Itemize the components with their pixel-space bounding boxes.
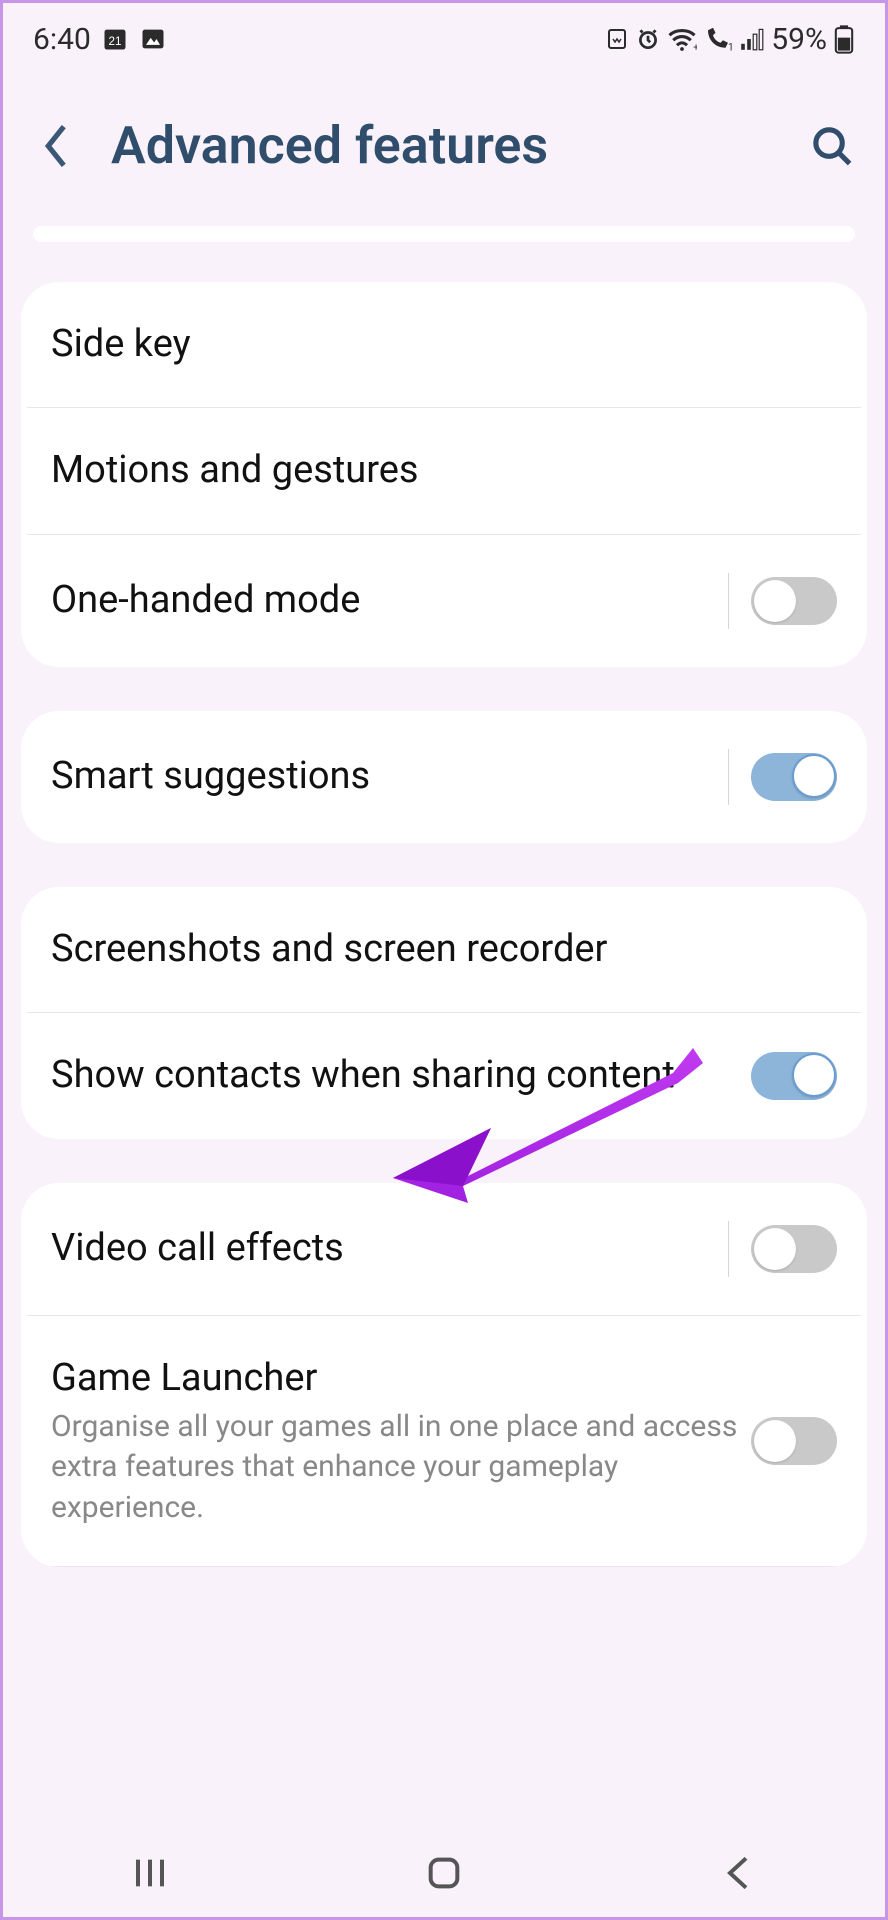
row-side-key[interactable]: Side key [21, 282, 867, 407]
home-button[interactable] [414, 1843, 474, 1903]
recents-button[interactable] [120, 1843, 180, 1903]
battery-percent: 59% [771, 22, 827, 57]
toggle-smart-suggestions[interactable] [751, 753, 837, 801]
alarm-icon [635, 26, 661, 52]
row-screenshots-recorder[interactable]: Screenshots and screen recorder [21, 887, 867, 1012]
row-one-handed-mode[interactable]: One-handed mode [27, 534, 861, 667]
separator [728, 749, 729, 805]
volte-icon: 1 [703, 26, 733, 52]
header: Advanced features [3, 75, 885, 226]
battery-icon [833, 24, 855, 54]
card-sharing: Screenshots and screen recorder Show con… [21, 887, 867, 1139]
row-title: Screenshots and screen recorder [51, 925, 837, 974]
page-title: Advanced features [111, 115, 807, 176]
scroll-indicator [33, 226, 855, 242]
status-left: 6:40 21 [33, 22, 167, 57]
row-video-call-effects[interactable]: Video call effects [21, 1183, 867, 1315]
card-smart-suggestions: Smart suggestions [21, 711, 867, 843]
signal-icon [739, 27, 765, 51]
row-title: Smart suggestions [51, 752, 714, 801]
row-smart-suggestions[interactable]: Smart suggestions [21, 711, 867, 843]
svg-text:21: 21 [108, 35, 121, 48]
row-game-launcher[interactable]: Game Launcher Organise all your games al… [27, 1315, 861, 1568]
status-time: 6:40 [33, 22, 91, 57]
row-title: Game Launcher [51, 1354, 751, 1403]
row-title: Motions and gestures [51, 446, 837, 495]
navigation-bar [3, 1829, 885, 1917]
svg-text:+: + [694, 42, 698, 52]
toggle-one-handed-mode[interactable] [751, 577, 837, 625]
row-title: Video call effects [51, 1224, 714, 1273]
row-title: One-handed mode [51, 576, 714, 625]
calendar-icon: 21 [101, 25, 129, 53]
wifi-icon: + [667, 26, 697, 52]
back-button[interactable] [31, 121, 81, 171]
card-video-game: Video call effects Game Launcher Organis… [21, 1183, 867, 1568]
separator [728, 1221, 729, 1277]
recycle-icon [605, 27, 629, 51]
card-input-shortcuts: Side key Motions and gestures One-handed… [21, 282, 867, 667]
status-bar: 6:40 21 + 1 59% [3, 3, 885, 75]
gallery-icon [139, 25, 167, 53]
row-title: Side key [51, 320, 837, 369]
row-show-contacts-sharing[interactable]: Show contacts when sharing content [27, 1012, 861, 1138]
toggle-game-launcher[interactable] [751, 1417, 837, 1465]
row-title: Show contacts when sharing content [51, 1051, 751, 1100]
status-right: + 1 59% [605, 22, 855, 57]
toggle-show-contacts-sharing[interactable] [751, 1052, 837, 1100]
row-motions-gestures[interactable]: Motions and gestures [27, 407, 861, 533]
svg-text:1: 1 [728, 42, 733, 52]
separator [728, 573, 729, 629]
toggle-video-call-effects[interactable] [751, 1225, 837, 1273]
nav-back-button[interactable] [708, 1843, 768, 1903]
search-button[interactable] [807, 121, 857, 171]
row-description: Organise all your games all in one place… [51, 1407, 751, 1529]
